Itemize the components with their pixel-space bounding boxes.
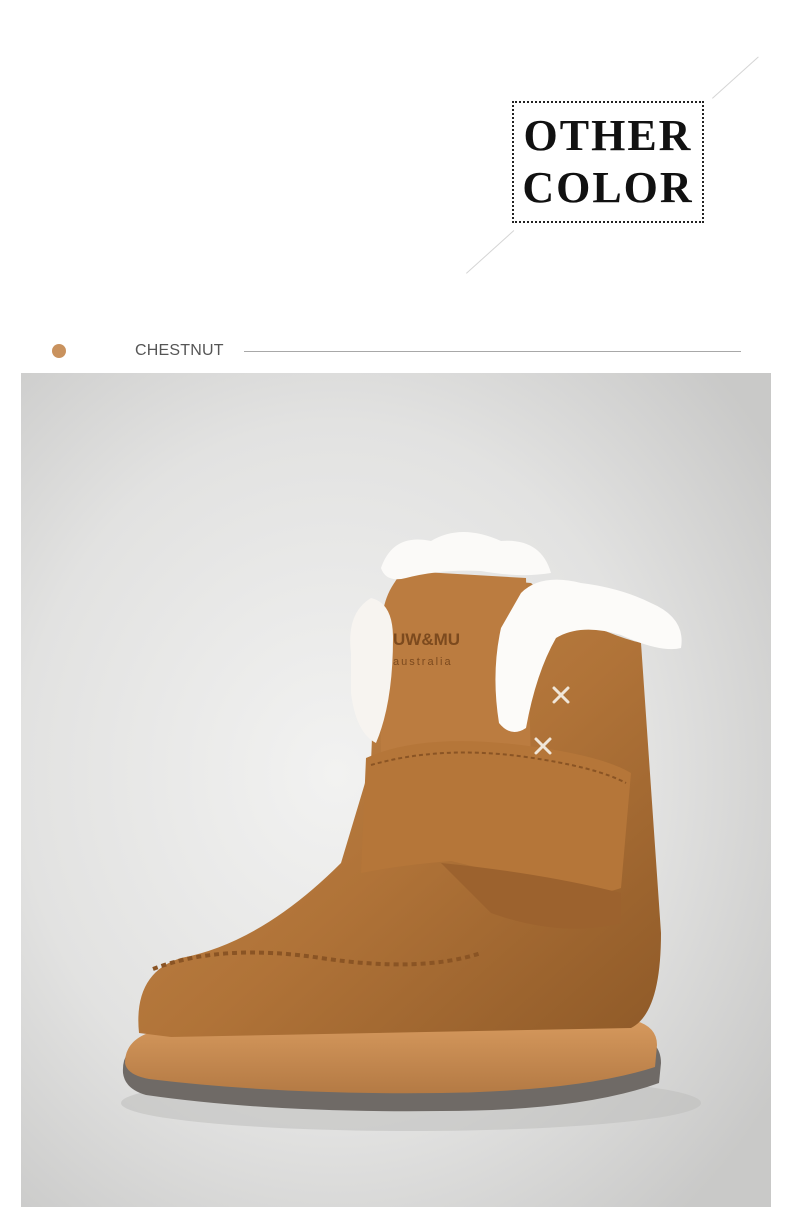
other-color-title-box: OTHER COLOR xyxy=(512,101,704,223)
product-photo: UW&MU australia xyxy=(21,373,771,1207)
svg-text:australia: australia xyxy=(393,656,453,668)
decorative-diagonal-bottom xyxy=(466,230,515,274)
decorative-diagonal-top xyxy=(712,56,759,99)
svg-text:UW&MU: UW&MU xyxy=(393,630,460,649)
section-header: OTHER COLOR xyxy=(0,0,790,320)
color-swatch-dot xyxy=(52,344,66,358)
title-line-2: COLOR xyxy=(522,163,694,212)
color-divider-line xyxy=(244,351,741,352)
title-line-1: OTHER xyxy=(523,111,693,160)
color-name-label: CHESTNUT xyxy=(135,342,224,359)
color-option-row: CHESTNUT xyxy=(0,336,790,368)
